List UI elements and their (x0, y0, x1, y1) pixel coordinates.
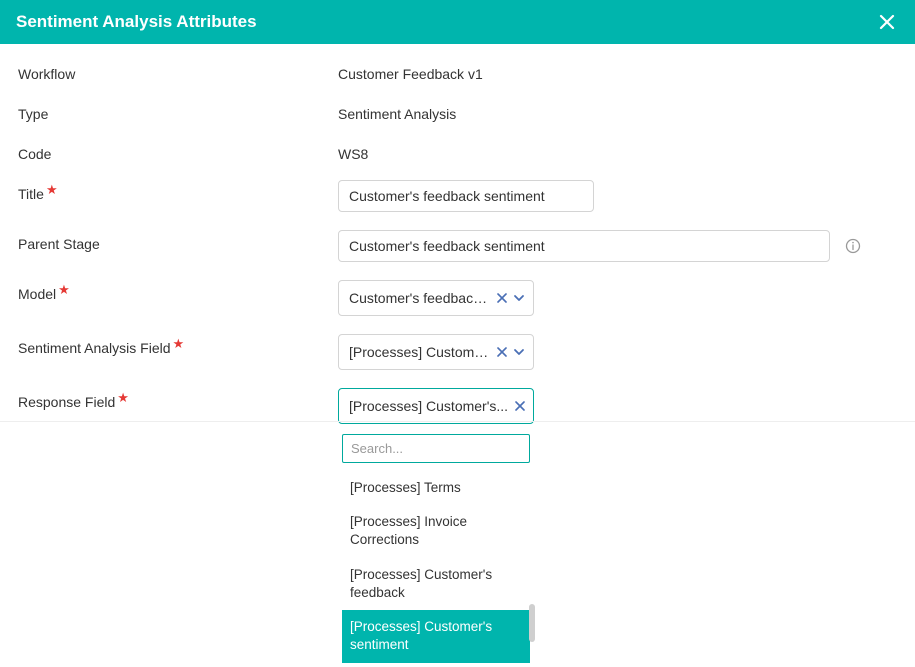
label-title: Title ★ (18, 180, 338, 202)
modal-title: Sentiment Analysis Attributes (16, 12, 257, 32)
row-model: Model ★ Customer's feedback s... (18, 280, 897, 316)
model-select-value: Customer's feedback s... (349, 290, 491, 306)
chevron-down-icon (513, 346, 525, 358)
row-code: Code WS8 (18, 140, 897, 162)
chevron-down-icon (513, 292, 525, 304)
dropdown-search-input[interactable] (342, 434, 530, 463)
label-response-field: Response Field ★ (18, 388, 338, 410)
dropdown-option[interactable]: [Processes] Customer's feedback (342, 558, 530, 610)
dropdown-option[interactable]: [Processes] Invoice Corrections (342, 505, 530, 557)
close-button[interactable] (875, 10, 899, 34)
label-type: Type (18, 100, 338, 122)
required-icon: ★ (58, 282, 70, 298)
value-workflow: Customer Feedback v1 (338, 60, 897, 82)
close-icon (878, 13, 896, 31)
value-code: WS8 (338, 140, 897, 162)
modal-body: Workflow Customer Feedback v1 Type Senti… (0, 44, 915, 458)
row-workflow: Workflow Customer Feedback v1 (18, 60, 897, 82)
row-response-field: Response Field ★ [Processes] Customer's.… (18, 388, 897, 424)
label-workflow: Workflow (18, 60, 338, 82)
label-model: Model ★ (18, 280, 338, 302)
row-sa-field: Sentiment Analysis Field ★ [Processes] C… (18, 334, 897, 370)
model-select[interactable]: Customer's feedback s... (338, 280, 534, 316)
title-input[interactable] (338, 180, 594, 212)
scrollbar-thumb[interactable] (529, 604, 535, 642)
parent-stage-input[interactable] (338, 230, 830, 262)
sentiment-attributes-modal: Sentiment Analysis Attributes Workflow C… (0, 0, 915, 646)
label-sa-field: Sentiment Analysis Field ★ (18, 334, 338, 356)
sa-field-select-value: [Processes] Customer's... (349, 344, 491, 360)
row-parent-stage: Parent Stage (18, 230, 897, 262)
clear-icon[interactable] (497, 347, 507, 357)
label-code: Code (18, 140, 338, 162)
response-field-dropdown: [Processes] Terms [Processes] Invoice Co… (338, 428, 534, 667)
divider (0, 421, 915, 422)
dropdown-option-selected[interactable]: [Processes] Customer's sentiment (342, 610, 530, 662)
clear-icon[interactable] (515, 401, 525, 411)
sa-field-select[interactable]: [Processes] Customer's... (338, 334, 534, 370)
label-parent-stage: Parent Stage (18, 230, 338, 252)
row-type: Type Sentiment Analysis (18, 100, 897, 122)
modal-header: Sentiment Analysis Attributes (0, 0, 915, 44)
required-icon: ★ (117, 390, 129, 406)
info-icon[interactable] (844, 237, 862, 255)
required-icon: ★ (46, 182, 58, 198)
response-field-select[interactable]: [Processes] Customer's... (338, 388, 534, 424)
clear-icon[interactable] (497, 293, 507, 303)
dropdown-option[interactable]: [Processes] Terms (342, 471, 530, 505)
row-title: Title ★ (18, 180, 897, 212)
required-icon: ★ (173, 336, 185, 352)
response-field-select-value: [Processes] Customer's... (349, 398, 509, 414)
value-type: Sentiment Analysis (338, 100, 897, 122)
